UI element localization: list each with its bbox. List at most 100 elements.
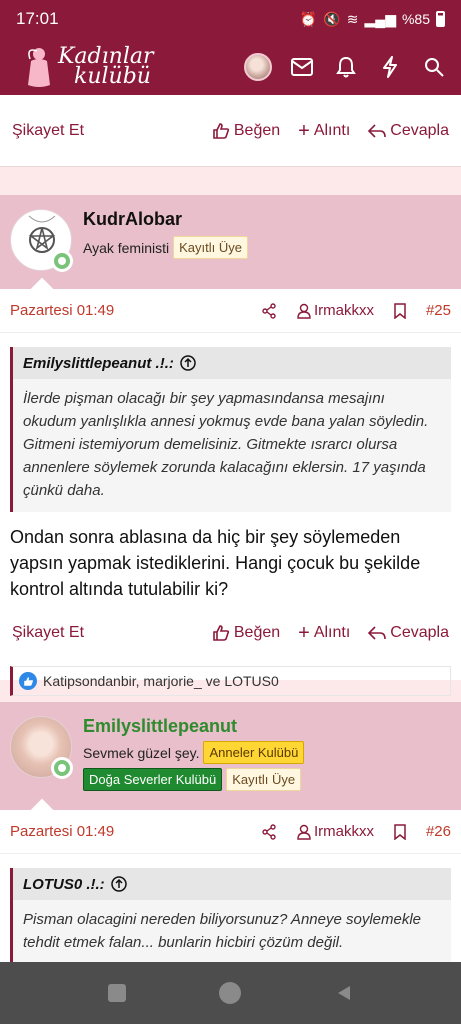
post-number-link[interactable]: #26 <box>426 823 451 840</box>
status-time: 17:01 <box>16 9 59 28</box>
mention-label: Irmakkxx <box>313 823 374 840</box>
post-date[interactable]: Pazartesi 01:49 <box>10 302 241 319</box>
mention-user-link[interactable]: Irmakkxx <box>297 302 374 319</box>
post-date[interactable]: Pazartesi 01:49 <box>10 823 241 840</box>
club-badge: Anneler Kulübü <box>203 741 305 764</box>
reply-label: Cevapla <box>390 122 449 139</box>
reply-icon <box>368 626 387 640</box>
back-button[interactable] <box>332 981 356 1005</box>
like-button[interactable]: Beğen <box>212 122 280 140</box>
arrow-up-circle-icon[interactable] <box>180 355 196 371</box>
online-status-icon <box>51 250 73 272</box>
like-button[interactable]: Beğen <box>212 624 280 642</box>
signal-icon: ▂▄▆ <box>364 10 396 27</box>
quote-button[interactable]: + Alıntı <box>298 120 350 143</box>
bookmark-button[interactable] <box>394 823 406 840</box>
system-nav-bar <box>0 962 461 1024</box>
profile-avatar-button[interactable] <box>243 52 273 82</box>
envelope-icon <box>291 57 313 76</box>
post-meta: Pazartesi 01:49 Irmakkxx #25 <box>0 289 461 333</box>
user-icon <box>297 824 311 840</box>
post-25: KudrAlobar Ayak feministi Kayıtlı Üye Pa… <box>0 195 461 696</box>
member-badge: Kayıtlı Üye <box>226 768 302 791</box>
quote-button[interactable]: + Alıntı <box>298 622 350 645</box>
search-icon <box>425 57 444 77</box>
search-button[interactable] <box>419 52 449 82</box>
mute-icon: 🔇 <box>323 10 341 27</box>
like-label: Beğen <box>233 624 281 641</box>
thumbs-up-icon <box>213 625 230 641</box>
quote-header[interactable]: Emilyslittlepeanut .!.: <box>13 347 451 379</box>
messages-button[interactable] <box>287 52 317 82</box>
share-icon <box>262 823 276 840</box>
club-badge: Doğa Severler Kulübü <box>83 768 223 791</box>
quote-label: Alıntı <box>313 624 351 641</box>
like-label: Beğen <box>233 122 281 139</box>
mention-label: Irmakkxx <box>313 302 374 319</box>
site-logo[interactable]: Kadınlar kulübü <box>24 45 243 89</box>
user-bar: Emilyslittlepeanut Sevmek güzel şey. Ann… <box>0 702 461 822</box>
user-title: Sevmek güzel şey. <box>83 744 200 761</box>
recents-button[interactable] <box>105 981 129 1005</box>
thumbs-up-icon <box>213 123 230 139</box>
app-header: Kadınlar kulübü <box>0 38 461 95</box>
wifi-icon: ≋ <box>346 10 359 27</box>
battery-text: %85 <box>401 11 430 27</box>
status-bar: 17:01 ⏰ 🔇 ≋ ▂▄▆ %85 <box>0 0 461 38</box>
post-26: Emilyslittlepeanut Sevmek güzel şey. Ann… <box>0 702 461 964</box>
bookmark-button[interactable] <box>394 302 406 319</box>
user-icon <box>297 303 311 319</box>
lightning-icon <box>383 55 397 78</box>
post-number-link[interactable]: #25 <box>426 302 451 319</box>
quote-block: Emilyslittlepeanut .!.: İlerde pişman ol… <box>10 347 451 512</box>
online-status-icon <box>51 757 73 779</box>
post-body: Ondan sonra ablasına da hiç bir şey söyl… <box>10 527 421 599</box>
status-icons: ⏰ 🔇 ≋ ▂▄▆ %85 <box>300 11 445 28</box>
square-icon <box>107 984 126 1002</box>
reactions-list[interactable]: Katipsondanbir, marjorie_ ve LOTUS0 <box>43 673 279 689</box>
report-button[interactable]: Şikayet Et <box>12 122 194 140</box>
avatar[interactable] <box>10 716 73 779</box>
mention-user-link[interactable]: Irmakkxx <box>297 823 374 840</box>
plus-icon: + <box>298 119 310 142</box>
logo-text: Kadınlar kulübü <box>58 45 154 89</box>
plus-icon: + <box>298 621 310 644</box>
circle-icon <box>219 982 242 1004</box>
reply-button[interactable]: Cevapla <box>368 122 449 140</box>
bookmark-icon <box>394 823 406 840</box>
quote-block: LOTUS0 .!.: Pisman olacagini nereden bil… <box>10 868 451 964</box>
logo-line-2: kulübü <box>74 63 151 89</box>
home-button[interactable] <box>218 981 242 1005</box>
bell-icon <box>336 56 356 77</box>
quote-text: İlerde pişman olacağı bir şey yapmasında… <box>23 390 429 499</box>
avatar[interactable] <box>10 209 73 272</box>
user-title: Ayak feministi <box>83 239 170 256</box>
post-meta: Pazartesi 01:49 Irmakkxx #26 <box>0 810 461 854</box>
member-badge: Kayıtlı Üye <box>173 236 248 259</box>
share-icon <box>262 302 276 319</box>
share-button[interactable] <box>261 302 277 319</box>
reply-icon <box>368 124 387 138</box>
username[interactable]: Emilyslittlepeanut <box>83 716 304 737</box>
arrow-up-circle-icon[interactable] <box>110 876 127 892</box>
quote-label: Alıntı <box>313 122 351 139</box>
battery-icon <box>436 11 445 27</box>
previous-post-footer: Şikayet Et Beğen + Alıntı Cevapla <box>0 95 461 167</box>
quote-text: Pisman olacagini nereden biliyorsunuz? A… <box>23 911 422 951</box>
reactions-bar[interactable]: Katipsondanbir, marjorie_ ve LOTUS0 <box>10 666 451 696</box>
avatar <box>244 52 272 81</box>
quote-header[interactable]: LOTUS0 .!.: <box>13 868 451 900</box>
share-button[interactable] <box>261 823 277 840</box>
report-button[interactable]: Şikayet Et <box>12 624 194 642</box>
alarm-icon: ⏰ <box>299 10 318 27</box>
reply-button[interactable]: Cevapla <box>368 624 449 642</box>
reply-label: Cevapla <box>390 624 449 641</box>
notifications-button[interactable] <box>331 52 361 82</box>
bookmark-icon <box>394 302 406 319</box>
back-triangle-icon <box>338 986 351 1000</box>
whats-new-button[interactable] <box>375 52 405 82</box>
user-bar: KudrAlobar Ayak feministi Kayıtlı Üye <box>0 195 461 301</box>
quote-author: Emilyslittlepeanut .!.: <box>23 354 174 372</box>
logo-mark-icon <box>24 45 54 89</box>
username[interactable]: KudrAlobar <box>83 209 248 230</box>
